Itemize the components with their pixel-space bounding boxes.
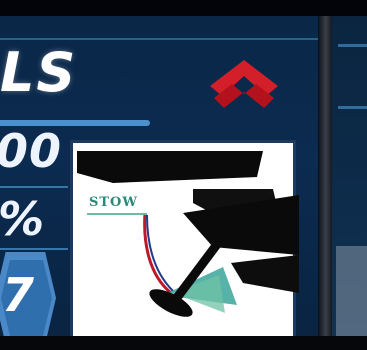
primary-value-readout: 00 (0, 124, 63, 178)
screen-top-rule (0, 38, 318, 40)
adjacent-display-screen (332, 16, 367, 336)
screen-bezel-top (0, 0, 367, 16)
display-title: LS (0, 41, 78, 104)
screen-bezel-bottom (0, 336, 367, 350)
screen-divider-frame (318, 16, 332, 336)
adjacent-panel (336, 246, 367, 336)
flight-display-screen: LS 00 % 7 STOW (0, 16, 318, 336)
adjacent-rule (338, 106, 367, 109)
readout-divider (0, 186, 68, 188)
stow-label-underline (87, 213, 147, 215)
percent-readout: % (0, 192, 45, 246)
badge-value: 7 (2, 268, 35, 322)
wing-flap-diagram: STOW (70, 140, 299, 336)
readout-divider (0, 248, 68, 250)
flap-schematic-graphic (77, 151, 299, 317)
red-chevron-logo-icon (210, 60, 278, 108)
adjacent-rule (338, 44, 367, 47)
stow-position-label: STOW (89, 195, 138, 210)
